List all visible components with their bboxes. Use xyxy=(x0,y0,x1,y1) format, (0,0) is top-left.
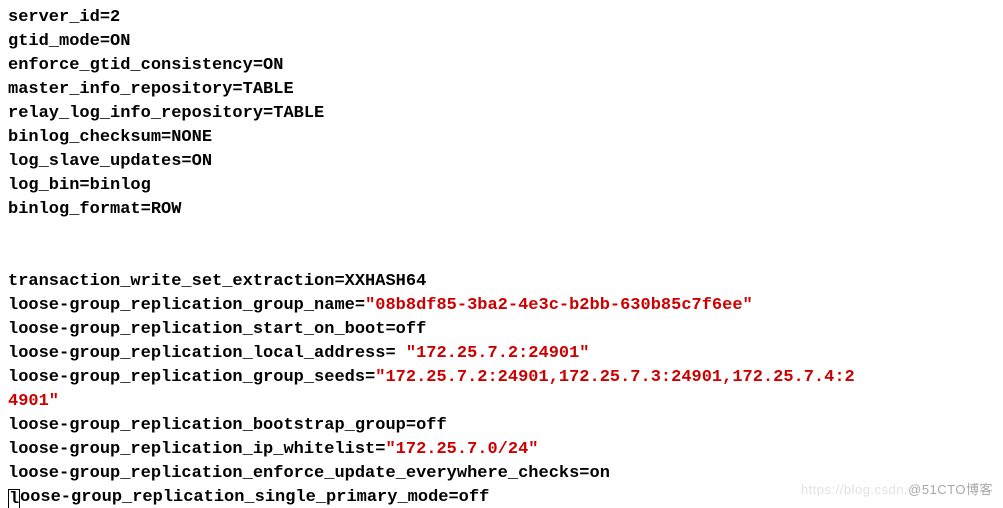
text-segment: binlog_checksum=NONE xyxy=(8,128,212,147)
text-segment: "08b8df85-3ba2-4e3c-b2bb-630b85c7f6ee" xyxy=(365,296,753,315)
config-line: log_slave_updates=ON xyxy=(8,150,995,174)
config-line: 4901" xyxy=(8,390,995,414)
watermark: https://blog.csdn.@51CTO博客 xyxy=(801,478,993,502)
text-cursor: l xyxy=(8,489,20,508)
text-segment: transaction_write_set_extraction=XXHASH6… xyxy=(8,272,426,291)
config-line: binlog_checksum=NONE xyxy=(8,126,995,150)
text-segment: loose-group_replication_group_name= xyxy=(8,296,365,315)
config-line: log_bin=binlog xyxy=(8,174,995,198)
text-segment: loose-group_replication_start_on_boot=of… xyxy=(8,320,426,339)
config-line: transaction_write_set_extraction=XXHASH6… xyxy=(8,270,995,294)
text-segment: "172.25.7.2:24901,172.25.7.3:24901,172.2… xyxy=(375,368,854,387)
watermark-handle: @51CTO博客 xyxy=(908,482,993,497)
text-segment: enforce_gtid_consistency=ON xyxy=(8,56,283,75)
text-segment: "172.25.7.0/24" xyxy=(385,440,538,459)
config-line xyxy=(8,222,995,246)
config-line: loose-group_replication_local_address= "… xyxy=(8,342,995,366)
text-segment: log_slave_updates=ON xyxy=(8,152,212,171)
text-segment: log_bin=binlog xyxy=(8,176,151,195)
watermark-url: https://blog.csdn. xyxy=(801,482,908,497)
text-segment: gtid_mode=ON xyxy=(8,32,130,51)
config-line: loose-group_replication_start_on_boot=of… xyxy=(8,318,995,342)
text-segment: oose-group_replication_single_primary_mo… xyxy=(20,488,489,507)
config-line xyxy=(8,246,995,270)
config-line: relay_log_info_repository=TABLE xyxy=(8,102,995,126)
config-line: loose-group_replication_ip_whitelist="17… xyxy=(8,438,995,462)
text-segment: loose-group_replication_enforce_update_e… xyxy=(8,464,610,483)
text-segment: binlog_format=ROW xyxy=(8,200,181,219)
text-segment: loose-group_replication_local_address= xyxy=(8,344,406,363)
text-segment: master_info_repository=TABLE xyxy=(8,80,294,99)
text-segment: server_id=2 xyxy=(8,8,120,27)
text-segment: loose-group_replication_ip_whitelist= xyxy=(8,440,385,459)
config-line: loose-group_replication_group_name="08b8… xyxy=(8,294,995,318)
config-line: gtid_mode=ON xyxy=(8,30,995,54)
text-segment: loose-group_replication_bootstrap_group=… xyxy=(8,416,447,435)
text-segment: relay_log_info_repository=TABLE xyxy=(8,104,324,123)
config-text-view: server_id=2 gtid_mode=ON enforce_gtid_cons… xyxy=(0,0,1003,508)
config-line: loose-group_replication_group_seeds="172… xyxy=(8,366,995,390)
config-line: server_id=2 xyxy=(8,6,995,30)
config-line: enforce_gtid_consistency=ON xyxy=(8,54,995,78)
config-line: master_info_repository=TABLE xyxy=(8,78,995,102)
config-line: binlog_format=ROW xyxy=(8,198,995,222)
config-line: loose-group_replication_bootstrap_group=… xyxy=(8,414,995,438)
text-segment: 4901" xyxy=(8,392,59,411)
text-segment: loose-group_replication_group_seeds= xyxy=(8,368,375,387)
text-segment: "172.25.7.2:24901" xyxy=(406,344,590,363)
